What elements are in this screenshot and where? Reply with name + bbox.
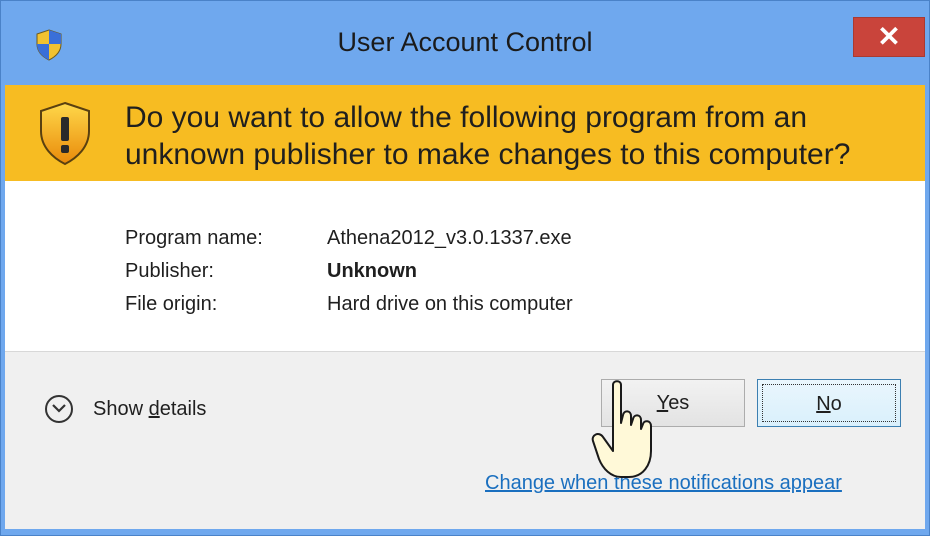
dialog-body: Do you want to allow the following progr… <box>5 85 925 529</box>
file-origin-value: Hard drive on this computer <box>327 293 573 315</box>
close-button[interactable]: ✕ <box>853 17 925 57</box>
no-button[interactable]: No <box>757 379 901 427</box>
uac-dialog: User Account Control ✕ Do you want to al… <box>0 0 930 536</box>
chevron-down-icon <box>45 395 73 423</box>
change-notifications-link[interactable]: Change when these notifications appear <box>485 472 842 495</box>
program-name-value: Athena2012_v3.0.1337.exe <box>327 227 572 249</box>
no-button-focus-ring: No <box>762 384 896 422</box>
dialog-footer: Show details Yes No Change when these no… <box>5 352 925 529</box>
show-details-toggle[interactable]: Show details <box>45 392 206 426</box>
hand-pointer-cursor <box>591 380 652 478</box>
warning-shield-icon <box>40 101 90 166</box>
publisher-label: Publisher: <box>125 260 214 282</box>
show-details-label: Show details <box>93 397 207 420</box>
no-button-label: No <box>816 393 842 415</box>
window-title: User Account Control <box>337 27 593 57</box>
question-banner: Do you want to allow the following progr… <box>5 85 925 181</box>
title-bar[interactable]: User Account Control ✕ <box>1 1 929 85</box>
yes-button-label: Yes <box>656 392 690 414</box>
question-text: Do you want to allow the following progr… <box>125 101 851 171</box>
close-icon: ✕ <box>877 21 901 52</box>
publisher-value: Unknown <box>327 260 417 282</box>
file-origin-label: File origin: <box>125 293 218 315</box>
program-name-label: Program name: <box>125 227 263 249</box>
